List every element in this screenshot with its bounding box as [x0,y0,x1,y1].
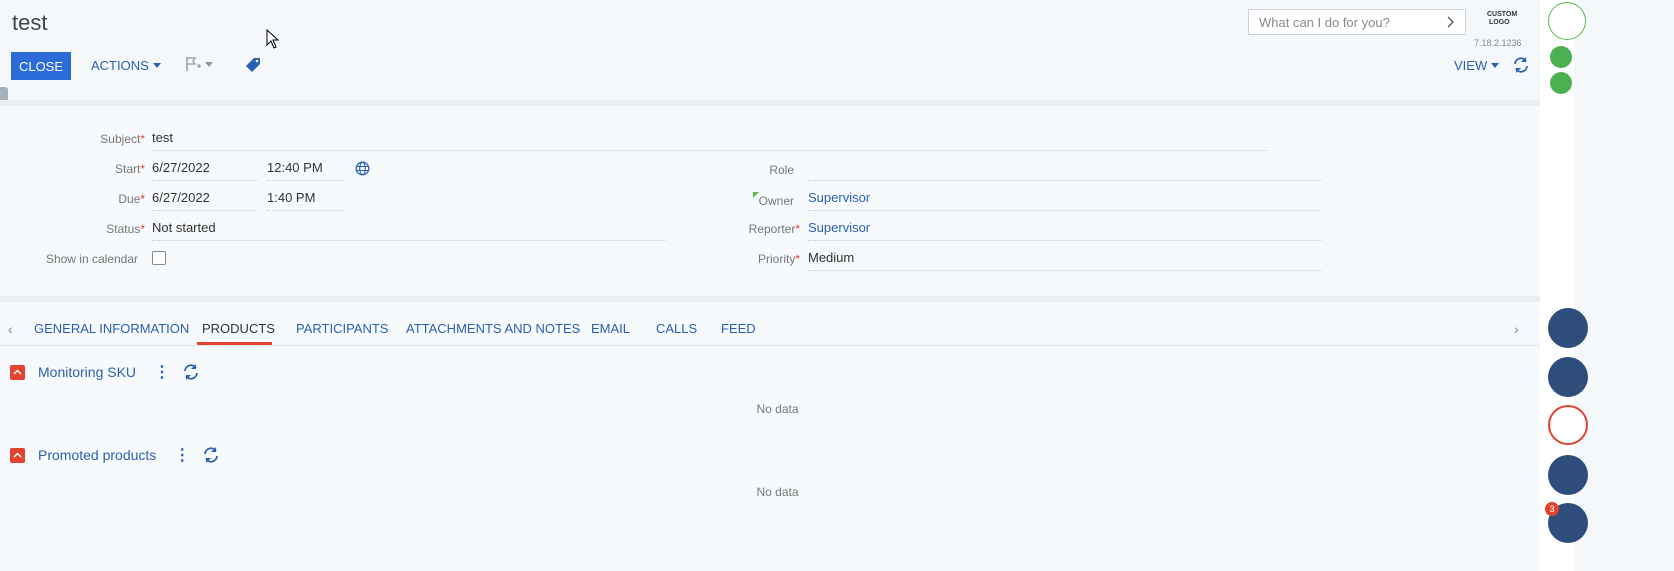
phone-icon[interactable] [1548,308,1588,348]
custom-logo: CUSTOM LOGO [1487,11,1518,26]
start-date-field[interactable]: 6/27/2022 [152,159,258,181]
reporter-field[interactable]: Supervisor [808,219,1322,241]
tag-button[interactable] [245,57,261,78]
section-refresh-button[interactable] [182,363,200,381]
more-options-icon[interactable]: ⋮ [174,445,190,465]
start-time-field[interactable]: 12:40 PM [267,159,343,181]
chevron-right-icon[interactable]: › [1514,321,1519,337]
due-time-field[interactable]: 1:40 PM [267,189,343,211]
collapse-button[interactable] [10,447,25,463]
tab-participants[interactable]: PARTICIPANTS [296,321,388,336]
empty-state-text: No data [756,485,799,499]
refresh-icon [184,364,198,380]
refresh-icon [1514,57,1528,73]
role-field[interactable] [808,159,1322,181]
help-icon[interactable] [1550,72,1572,94]
globe-icon [355,161,370,176]
subject-label: Subject* [100,132,145,146]
timezone-button[interactable] [355,161,370,181]
tab-products[interactable]: PRODUCTS [202,321,275,336]
refresh-icon [204,447,219,463]
actions-label: ACTIONS [91,58,149,73]
view-label: VIEW [1454,58,1488,73]
close-button[interactable]: CLOSE [11,52,71,80]
status-field[interactable]: Not started [152,219,666,241]
gear-icon[interactable] [1550,46,1572,68]
tab-bar: ‹ GENERAL INFORMATION PRODUCTS PARTICIPA… [0,302,1540,346]
detail-tabs-area: ‹ GENERAL INFORMATION PRODUCTS PARTICIPA… [0,302,1540,571]
tab-general-information[interactable]: GENERAL INFORMATION [34,321,189,336]
tab-feed[interactable]: FEED [721,321,756,336]
chat-icon[interactable] [1548,405,1588,445]
user-profile-icon[interactable] [1548,2,1586,40]
notification-badge: 3 [1545,502,1559,516]
communication-panel [1540,0,1588,571]
section-title[interactable]: Monitoring SKU [38,364,136,380]
reporter-label: Reporter* [748,222,800,236]
tag-icon [246,58,260,72]
start-label: Start* [114,162,145,176]
chevron-up-icon [13,369,22,375]
chevron-up-icon [13,452,22,458]
status-label: Status* [106,222,145,236]
tab-attachments-and-notes[interactable]: ATTACHMENTS AND NOTES [406,321,580,336]
chevron-down-icon [205,61,213,67]
due-date-field[interactable]: 6/27/2022 [152,189,258,211]
section-title[interactable]: Promoted products [38,447,156,463]
chevron-left-icon[interactable]: ‹ [8,321,13,337]
priority-label: Priority* [757,252,800,266]
show-in-calendar-checkbox[interactable] [152,251,166,265]
activity-form: Subject* test Start* 6/27/2022 12:40 PM … [0,106,1540,294]
mouse-cursor-icon [266,29,280,49]
page-header: test CLOSE ACTIONS What can I do for you… [0,0,1640,100]
empty-state-text: No data [756,402,799,416]
due-label: Due* [118,192,145,206]
collapse-button[interactable] [10,364,25,380]
tab-email[interactable]: EMAIL [591,321,630,336]
page-title: test [12,10,48,35]
search-placeholder: What can I do for you? [1259,14,1390,30]
more-options-icon[interactable]: ⋮ [154,362,170,382]
actions-button[interactable]: ACTIONS [91,58,161,73]
tab-calls[interactable]: CALLS [656,321,697,336]
role-label: Role [769,163,794,177]
subject-field[interactable]: test [152,129,1267,151]
chevron-down-icon [1491,63,1500,68]
command-search-input[interactable]: What can I do for you? [1248,9,1466,35]
show-in-calendar-label: Show in calendar [45,252,138,266]
view-button[interactable]: VIEW [1454,58,1500,73]
section-refresh-button[interactable] [202,446,220,464]
owner-label: Owner [758,194,794,208]
email-icon[interactable] [1548,357,1588,397]
version-label: 7.18.2.1236 [1474,38,1522,48]
promoted-products-section-header: Promoted products ⋮ [10,445,220,465]
owner-field[interactable]: Supervisor [808,189,1322,211]
flag-icon [186,57,201,71]
monitoring-sku-section-header: Monitoring SKU ⋮ [10,362,200,382]
chevron-right-icon[interactable] [1447,16,1455,28]
refresh-button[interactable] [1512,56,1530,79]
flag-button[interactable] [185,56,213,72]
chevron-down-icon [152,63,161,68]
priority-field[interactable]: Medium [808,249,1322,271]
message-icon[interactable] [1548,455,1588,495]
active-tab-indicator [197,342,272,345]
